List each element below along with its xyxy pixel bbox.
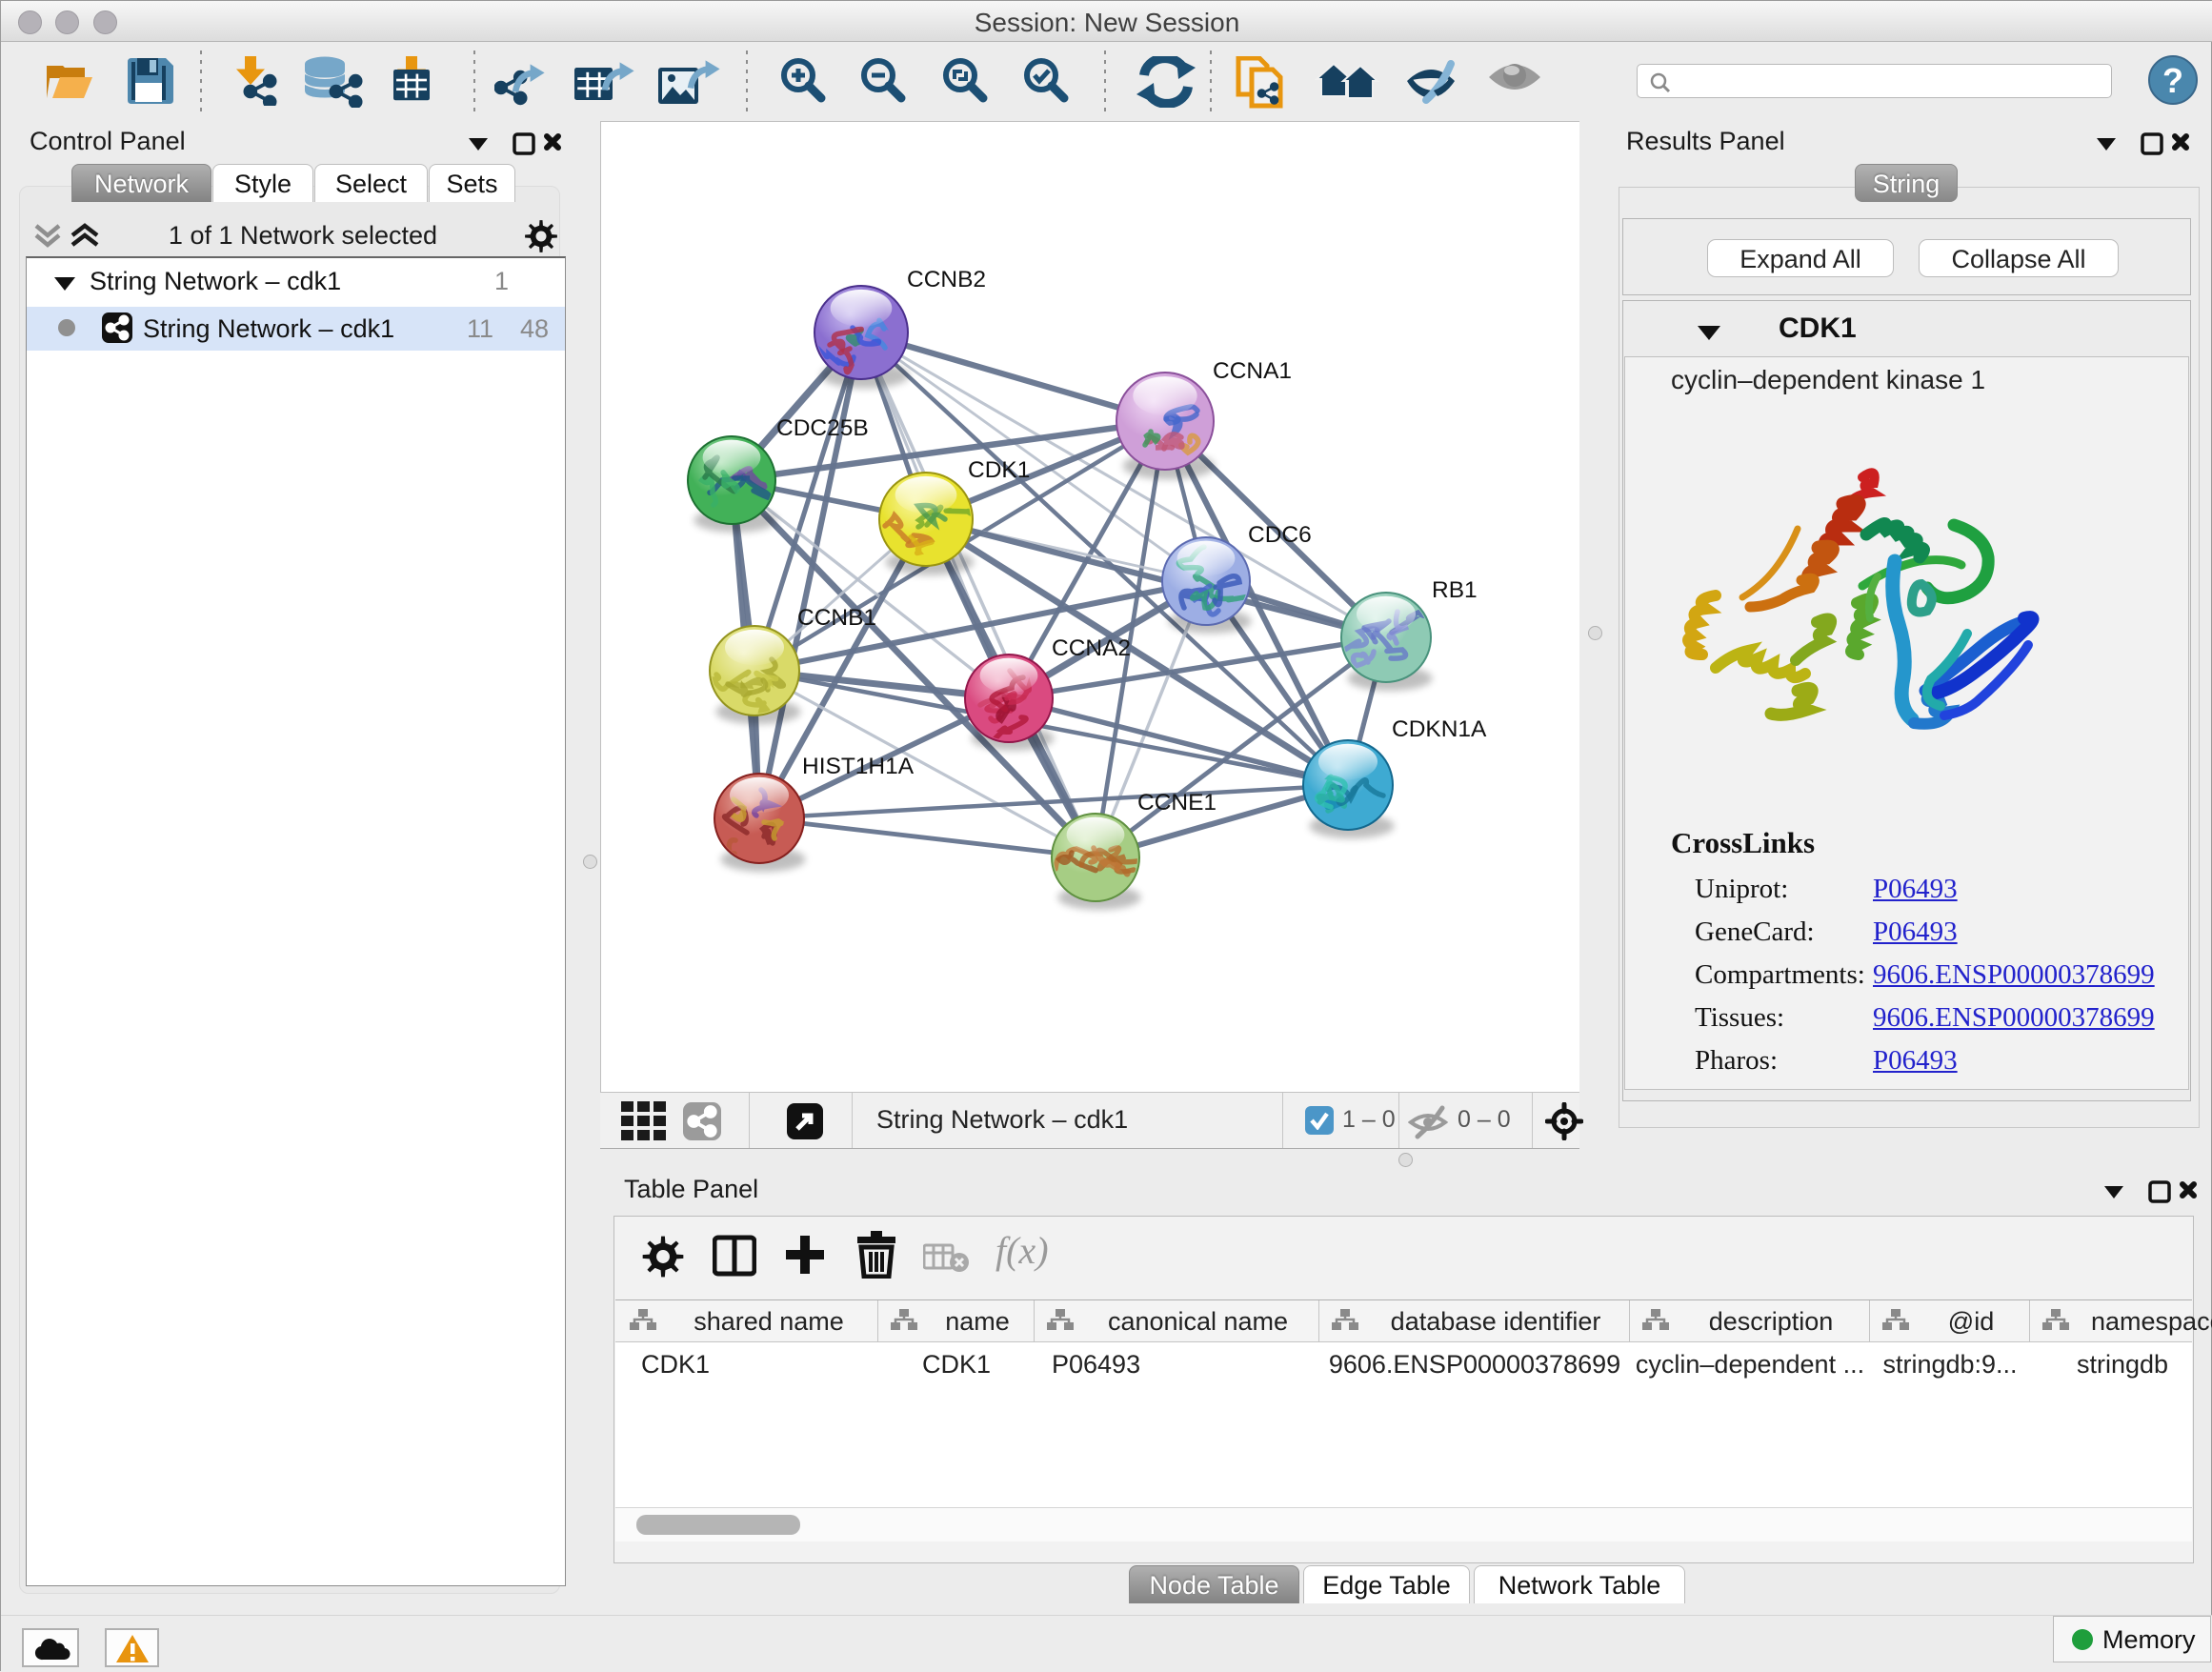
svg-text:CDKN1A: CDKN1A	[1392, 716, 1487, 742]
svg-text:CCNB1: CCNB1	[797, 605, 876, 631]
svg-text:CDC6: CDC6	[1248, 522, 1312, 548]
svg-text:HIST1H1A: HIST1H1A	[802, 754, 915, 779]
svg-text:CCNE1: CCNE1	[1137, 790, 1217, 816]
svg-text:RB1: RB1	[1432, 577, 1478, 603]
svg-text:CCNB2: CCNB2	[907, 267, 986, 292]
svg-text:CCNA2: CCNA2	[1052, 635, 1131, 661]
svg-text:CDC25B: CDC25B	[776, 415, 869, 441]
svg-text:CDK1: CDK1	[968, 457, 1030, 483]
svg-text:CCNA1: CCNA1	[1213, 358, 1292, 384]
